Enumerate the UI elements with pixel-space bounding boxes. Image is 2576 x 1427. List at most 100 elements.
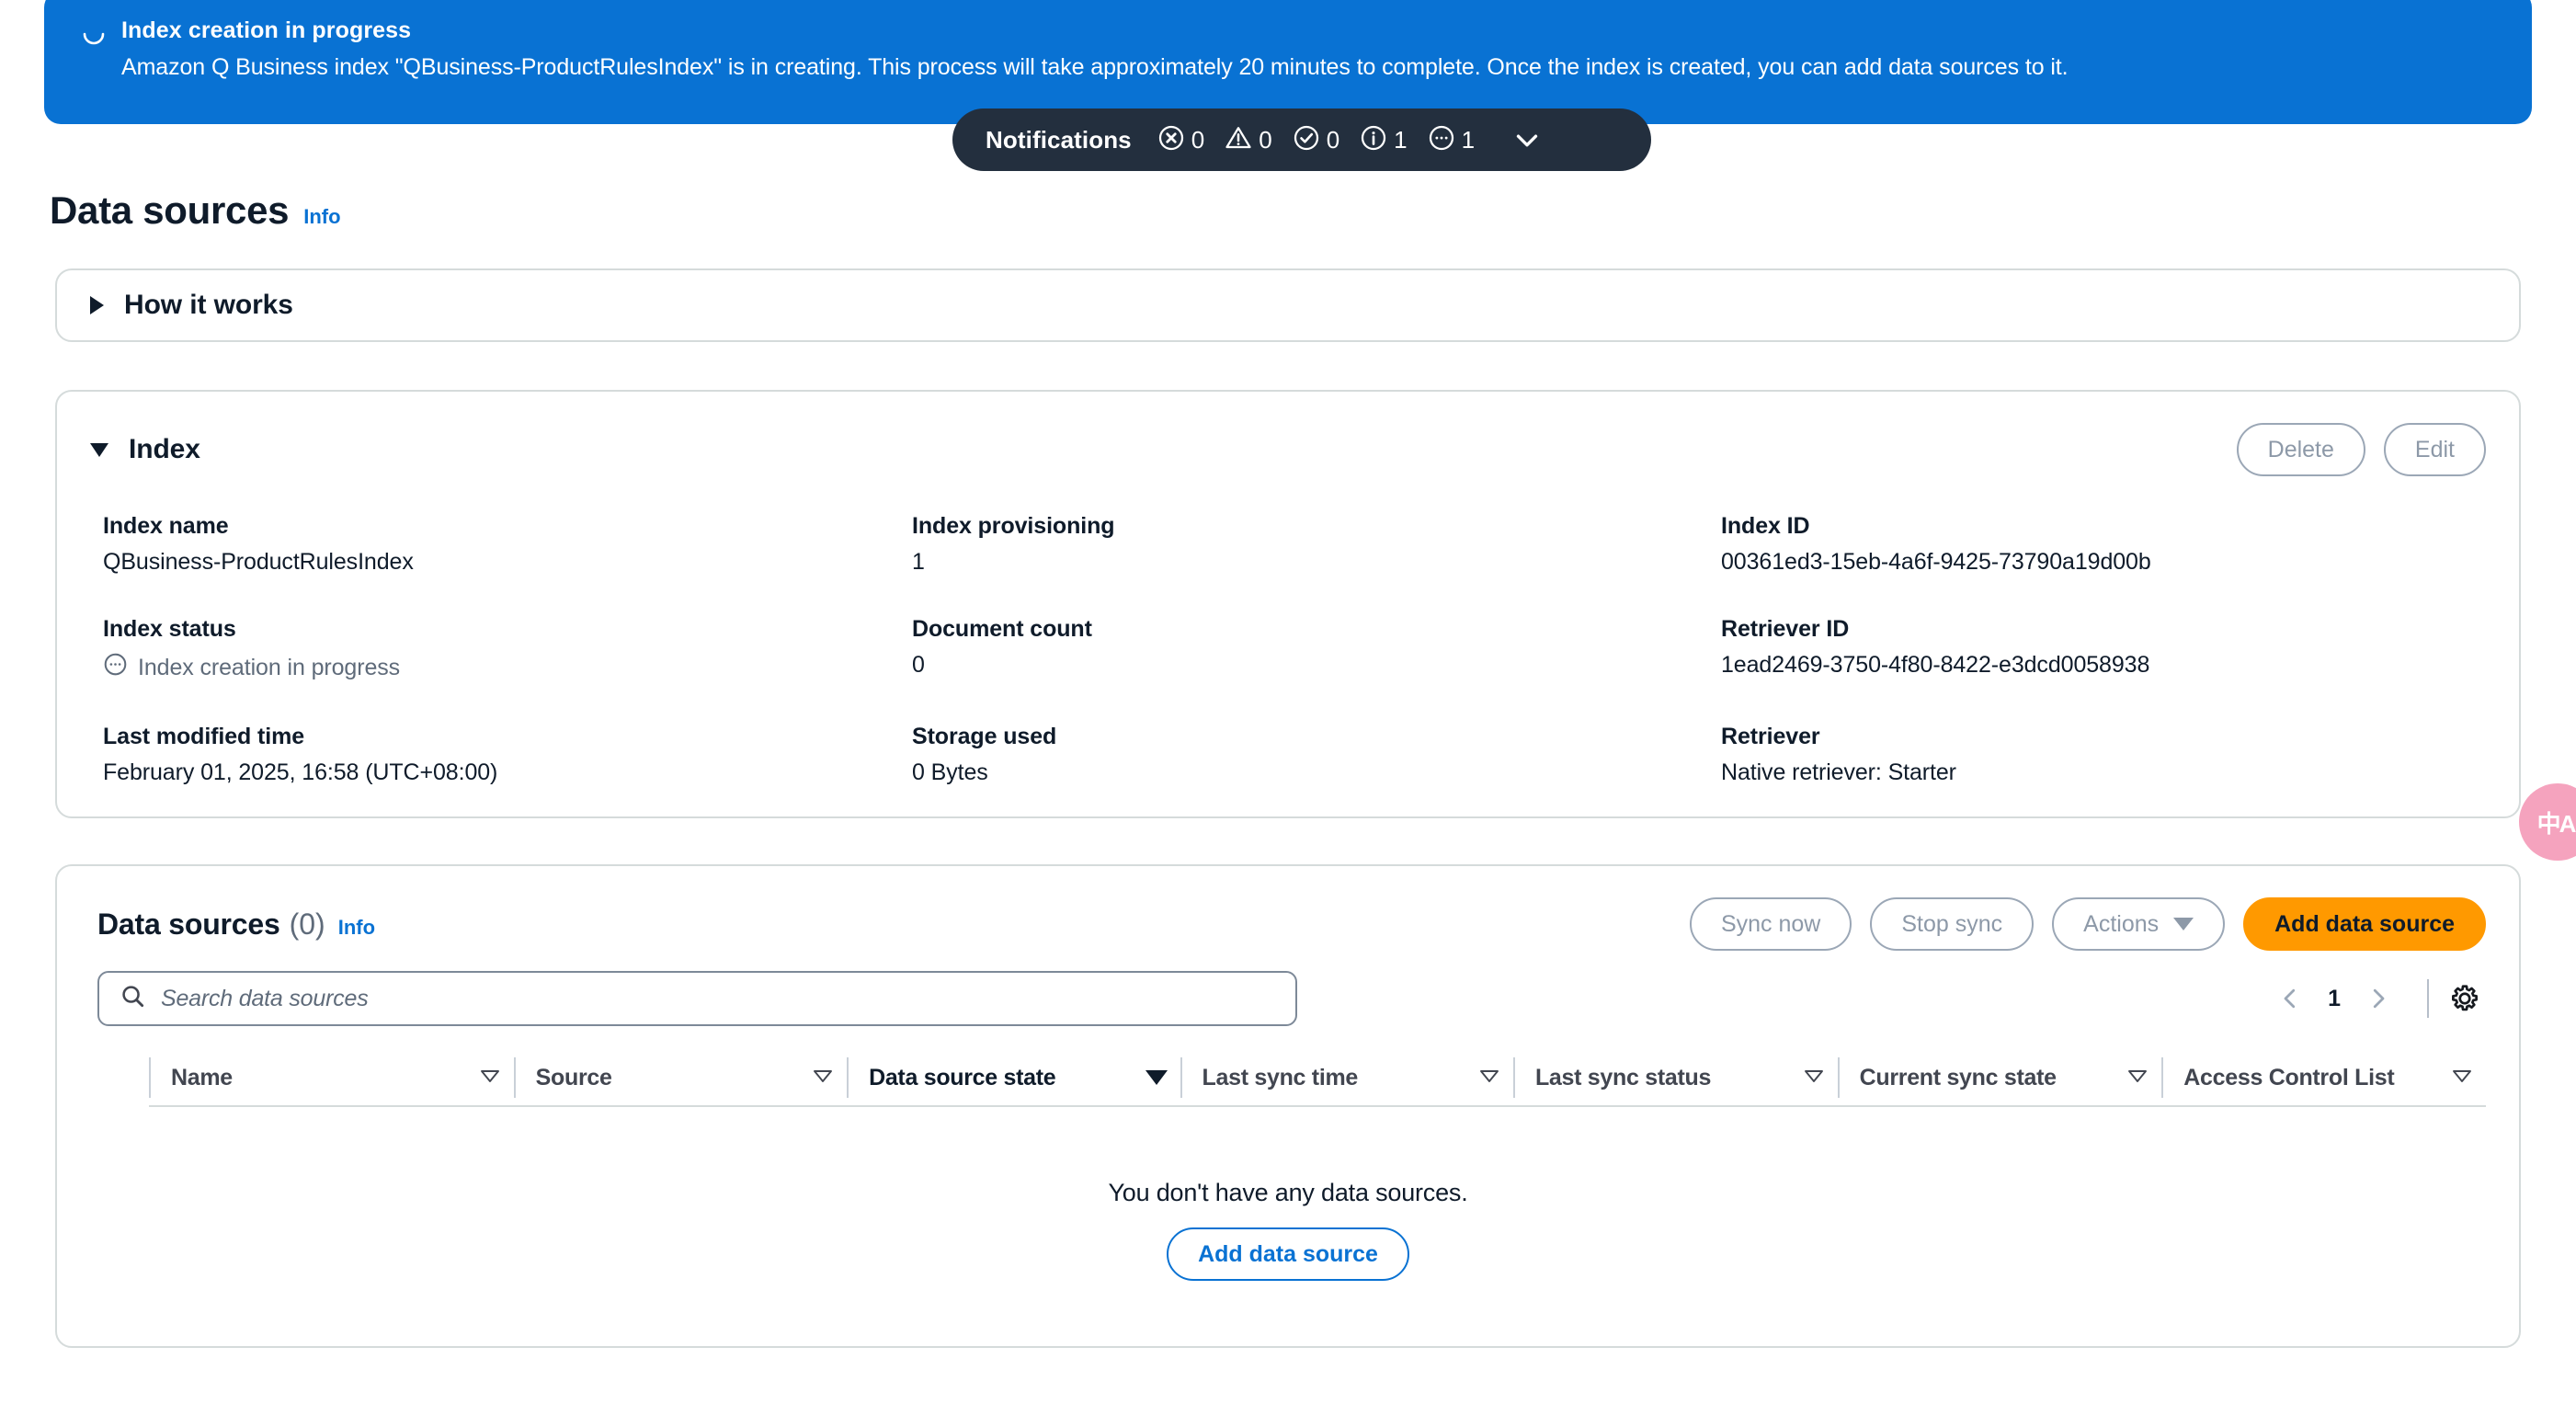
data-sources-title-wrap: Data sources (0) Info — [97, 908, 375, 942]
stop-sync-button[interactable]: Stop sync — [1870, 897, 2035, 951]
notification-success[interactable]: 0 — [1293, 124, 1339, 156]
notification-error[interactable]: 0 — [1157, 124, 1204, 156]
data-sources-container: Data sources (0) Info Sync now Stop sync… — [55, 864, 2521, 1348]
sort-triangle-filled-icon — [1145, 1070, 1168, 1085]
notification-counts: 0 0 0 1 1 — [1157, 124, 1495, 156]
field-label: Index provisioning — [912, 513, 1115, 539]
in-progress-icon — [1428, 124, 1455, 156]
pagination-divider — [2427, 979, 2429, 1018]
flash-message: Amazon Q Business index "QBusiness-Produ… — [121, 54, 2069, 80]
field-value: Native retriever: Starter — [1721, 759, 1956, 785]
column-label: Data source state — [869, 1064, 1056, 1090]
chevron-right-icon[interactable] — [2350, 985, 2407, 1012]
empty-state-add-data-source-button[interactable]: Add data source — [1167, 1227, 1409, 1281]
index-header: Index Delete Edit — [57, 392, 2519, 476]
index-field-last-modified-time: Last modified time February 01, 2025, 16… — [103, 724, 912, 786]
notification-in-progress-count: 1 — [1461, 126, 1476, 154]
sort-triangle-hollow-icon — [2126, 1067, 2149, 1089]
column-header-access-control-list[interactable]: Access Control List — [2161, 1057, 2486, 1098]
index-container: Index Delete Edit Index name QBusiness-P… — [55, 390, 2521, 818]
index-actions: Delete Edit — [2236, 423, 2486, 476]
page-header: Data sources Info — [50, 188, 341, 233]
index-title: Index — [129, 434, 200, 464]
notifications-label: Notifications — [986, 125, 1132, 154]
pagination-page-1[interactable]: 1 — [2319, 986, 2350, 1012]
warning-icon — [1225, 124, 1252, 156]
index-expander[interactable]: Index — [90, 434, 200, 465]
field-value: February 01, 2025, 16:58 (UTC+08:00) — [103, 759, 498, 785]
page-info-link[interactable]: Info — [303, 205, 340, 229]
caret-down-icon — [90, 442, 108, 457]
field-value: 1ead2469-3750-4f80-8422-e3dcd0058938 — [1721, 652, 2150, 678]
index-field-retriever: Retriever Native retriever: Starter — [1721, 724, 2486, 786]
in-progress-icon — [103, 652, 128, 683]
search-data-sources-input[interactable]: Search data sources — [97, 971, 1297, 1026]
notification-info[interactable]: 1 — [1360, 124, 1408, 156]
data-sources-toolbar: Search data sources 1 — [57, 951, 2519, 1026]
field-label: Index name — [103, 513, 229, 539]
language-toggle-label: 中A — [2536, 809, 2576, 838]
status-text: Index creation in progress — [138, 654, 401, 680]
loading-spinner-icon — [81, 22, 107, 48]
add-data-source-button[interactable]: Add data source — [2243, 897, 2486, 951]
data-sources-title: Data sources — [97, 907, 280, 941]
pagination: 1 — [2262, 979, 2486, 1018]
chevron-down-icon[interactable] — [1510, 122, 1544, 157]
sort-triangle-hollow-icon — [812, 1067, 834, 1089]
notification-warning[interactable]: 0 — [1225, 124, 1272, 156]
data-sources-empty-state: You don't have any data sources. Add dat… — [57, 1179, 2519, 1281]
empty-state-text: You don't have any data sources. — [1108, 1179, 1468, 1206]
data-sources-header: Data sources (0) Info Sync now Stop sync… — [57, 866, 2519, 951]
notifications-bar[interactable]: Notifications 0 0 0 1 1 — [952, 108, 1651, 171]
field-label: Index ID — [1721, 513, 1810, 539]
field-label: Retriever — [1721, 724, 1820, 749]
sort-triangle-hollow-icon — [1803, 1067, 1825, 1089]
column-header-name[interactable]: Name — [149, 1057, 514, 1098]
gear-icon[interactable] — [2449, 983, 2486, 1014]
column-label: Access Control List — [2183, 1064, 2395, 1090]
success-icon — [1293, 124, 1320, 156]
field-label: Retriever ID — [1721, 616, 1850, 642]
info-icon — [1360, 124, 1387, 156]
index-field-storage-used: Storage used 0 Bytes — [912, 724, 1721, 786]
field-value: QBusiness-ProductRulesIndex — [103, 549, 414, 575]
notification-success-count: 0 — [1326, 126, 1340, 154]
chevron-left-icon[interactable] — [2262, 985, 2319, 1012]
index-field-index-status: Index status Index creation in progress — [103, 616, 912, 683]
column-header-data-source-state[interactable]: Data source state — [847, 1057, 1180, 1098]
data-sources-count: (0) — [289, 907, 325, 941]
field-value: 00361ed3-15eb-4a6f-9425-73790a19d00b — [1721, 549, 2151, 575]
column-header-last-sync-status[interactable]: Last sync status — [1512, 1057, 1838, 1098]
how-it-works-container[interactable]: How it works — [55, 268, 2521, 342]
sync-now-button[interactable]: Sync now — [1689, 897, 1852, 951]
field-label: Index status — [103, 616, 236, 642]
field-label: Storage used — [912, 724, 1057, 749]
column-header-last-sync-time[interactable]: Last sync time — [1180, 1057, 1513, 1098]
caret-down-icon — [2173, 918, 2194, 930]
how-it-works-title: How it works — [124, 290, 293, 320]
column-label: Name — [171, 1064, 233, 1090]
delete-index-button[interactable]: Delete — [2236, 423, 2365, 476]
column-header-source[interactable]: Source — [513, 1057, 847, 1098]
index-field-document-count: Document count 0 — [912, 616, 1721, 683]
flash-banner-index-creation: Index creation in progress Amazon Q Busi… — [44, 0, 2532, 124]
search-placeholder-text: Search data sources — [161, 985, 369, 1011]
page-root: Index creation in progress Amazon Q Busi… — [0, 0, 2576, 1427]
sort-triangle-hollow-icon — [1478, 1067, 1500, 1089]
language-toggle-widget[interactable]: 中A — [2519, 783, 2576, 861]
notification-in-progress[interactable]: 1 — [1428, 124, 1475, 156]
data-sources-info-link[interactable]: Info — [338, 916, 375, 940]
sort-triangle-hollow-icon — [2451, 1067, 2473, 1089]
index-field-retriever-id: Retriever ID 1ead2469-3750-4f80-8422-e3d… — [1721, 616, 2486, 683]
notification-error-count: 0 — [1191, 126, 1205, 154]
edit-index-button[interactable]: Edit — [2383, 423, 2486, 476]
column-header-current-sync-state[interactable]: Current sync state — [1837, 1057, 2162, 1098]
flash-title: Index creation in progress — [121, 17, 412, 43]
index-field-index-id: Index ID 00361ed3-15eb-4a6f-9425-73790a1… — [1721, 513, 2486, 576]
column-label: Last sync status — [1534, 1064, 1712, 1090]
actions-dropdown-button[interactable]: Actions — [2052, 897, 2226, 951]
status-badge: Index creation in progress — [103, 652, 912, 683]
how-it-works-expander[interactable]: How it works — [90, 290, 293, 321]
index-details-grid: Index name QBusiness-ProductRulesIndex I… — [57, 476, 2519, 786]
field-label: Document count — [912, 616, 1092, 642]
